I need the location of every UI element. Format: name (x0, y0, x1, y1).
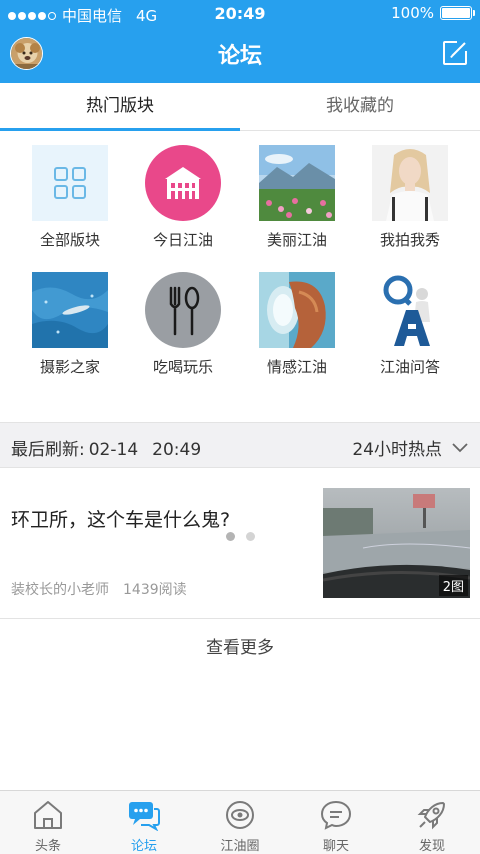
chevron-down-icon (452, 442, 468, 452)
board-label: 摄影之家 (39, 358, 100, 376)
grid-icon (32, 145, 108, 221)
circle-eye-icon (226, 801, 254, 829)
nav-label: 发现 (418, 839, 445, 854)
bottom-nav: 头条 论坛 江油圈 聊天 发现 (0, 790, 480, 854)
nav-item-circle[interactable]: 江油圈 (192, 791, 288, 854)
nav-item-forum[interactable]: 论坛 (96, 791, 192, 854)
chat-bubble-icon (320, 800, 352, 830)
nav-item-headlines[interactable]: 头条 (0, 791, 96, 854)
post-thumbnail: 2图 (323, 488, 470, 598)
emotion-photo (259, 272, 335, 348)
board-label: 我拍我秀 (379, 231, 440, 249)
board-label: 吃喝玩乐 (152, 358, 213, 376)
home-icon (34, 801, 62, 829)
board-photography[interactable]: 摄影之家 (20, 272, 120, 377)
portrait-photo (372, 145, 448, 221)
last-refresh-label: 最后刷新: (11, 440, 85, 460)
board-label: 全部版块 (39, 231, 100, 249)
post-reads: 1439阅读 (123, 582, 187, 598)
board-label: 今日江油 (152, 231, 213, 249)
nav-label: 江油圈 (220, 839, 260, 854)
post-item[interactable]: 环卫所，这个车是什么鬼? 装校长的小老师 1439阅读 2图 (0, 469, 480, 619)
landscape-photo (259, 145, 335, 221)
board-emotion[interactable]: 情感江油 (247, 272, 347, 377)
post-meta: 装校长的小老师 1439阅读 (11, 579, 187, 599)
last-refresh-date: 02-14 (88, 440, 139, 460)
board-grid: 全部版块 今日江油 美丽江油 我拍我秀 摄影之家 吃喝玩乐 情感江油 江油问答 (0, 132, 480, 541)
battery-percent: 100% (391, 4, 434, 22)
board-label: 江油问答 (379, 358, 440, 376)
nav-label: 聊天 (322, 839, 349, 854)
status-bar: 中国电信 4G 20:49 100% (0, 0, 480, 28)
house-icon (145, 145, 221, 221)
forum-chat-icon (129, 802, 160, 831)
nav-label: 头条 (34, 839, 61, 854)
hot-filter-dropdown[interactable]: 24小时热点 (352, 435, 468, 460)
tab-favorites[interactable]: 我收藏的 (240, 83, 480, 130)
post-title: 环卫所，这个车是什么鬼? (11, 509, 231, 531)
board-label: 情感江油 (266, 358, 327, 376)
tab-hot-boards[interactable]: 热门版块 (0, 83, 240, 131)
battery-icon (440, 6, 475, 20)
compose-icon[interactable] (442, 40, 468, 66)
fork-spoon-icon (145, 272, 221, 348)
last-refresh: 最后刷新: 02-14 20:49 (11, 435, 201, 460)
board-show[interactable]: 我拍我秀 (360, 145, 460, 250)
board-label: 美丽江油 (266, 231, 327, 249)
board-food-fun[interactable]: 吃喝玩乐 (133, 272, 233, 377)
page-title: 论坛 (217, 44, 262, 69)
last-refresh-time: 20:49 (152, 440, 202, 460)
post-author: 装校长的小老师 (11, 582, 109, 598)
hot-filter-label: 24小时热点 (352, 440, 442, 460)
image-count-badge: 2图 (438, 575, 468, 596)
nav-label: 论坛 (130, 839, 157, 854)
view-more-button[interactable]: 查看更多 (0, 620, 480, 676)
qa-figure-icon (372, 272, 448, 348)
board-qa[interactable]: 江油问答 (360, 272, 460, 377)
board-today[interactable]: 今日江油 (133, 145, 233, 250)
refresh-bar: 最后刷新: 02-14 20:49 24小时热点 (0, 422, 480, 468)
rocket-icon (417, 802, 445, 830)
nav-item-discover[interactable]: 发现 (384, 791, 480, 854)
app-header: 中国电信 4G 20:49 100% 论坛 (0, 0, 480, 83)
nav-item-chat[interactable]: 聊天 (288, 791, 384, 854)
board-beautiful[interactable]: 美丽江油 (247, 145, 347, 250)
section-tabs: 热门版块 我收藏的 (0, 83, 480, 131)
water-photo (32, 272, 108, 348)
board-all[interactable]: 全部版块 (20, 145, 120, 250)
